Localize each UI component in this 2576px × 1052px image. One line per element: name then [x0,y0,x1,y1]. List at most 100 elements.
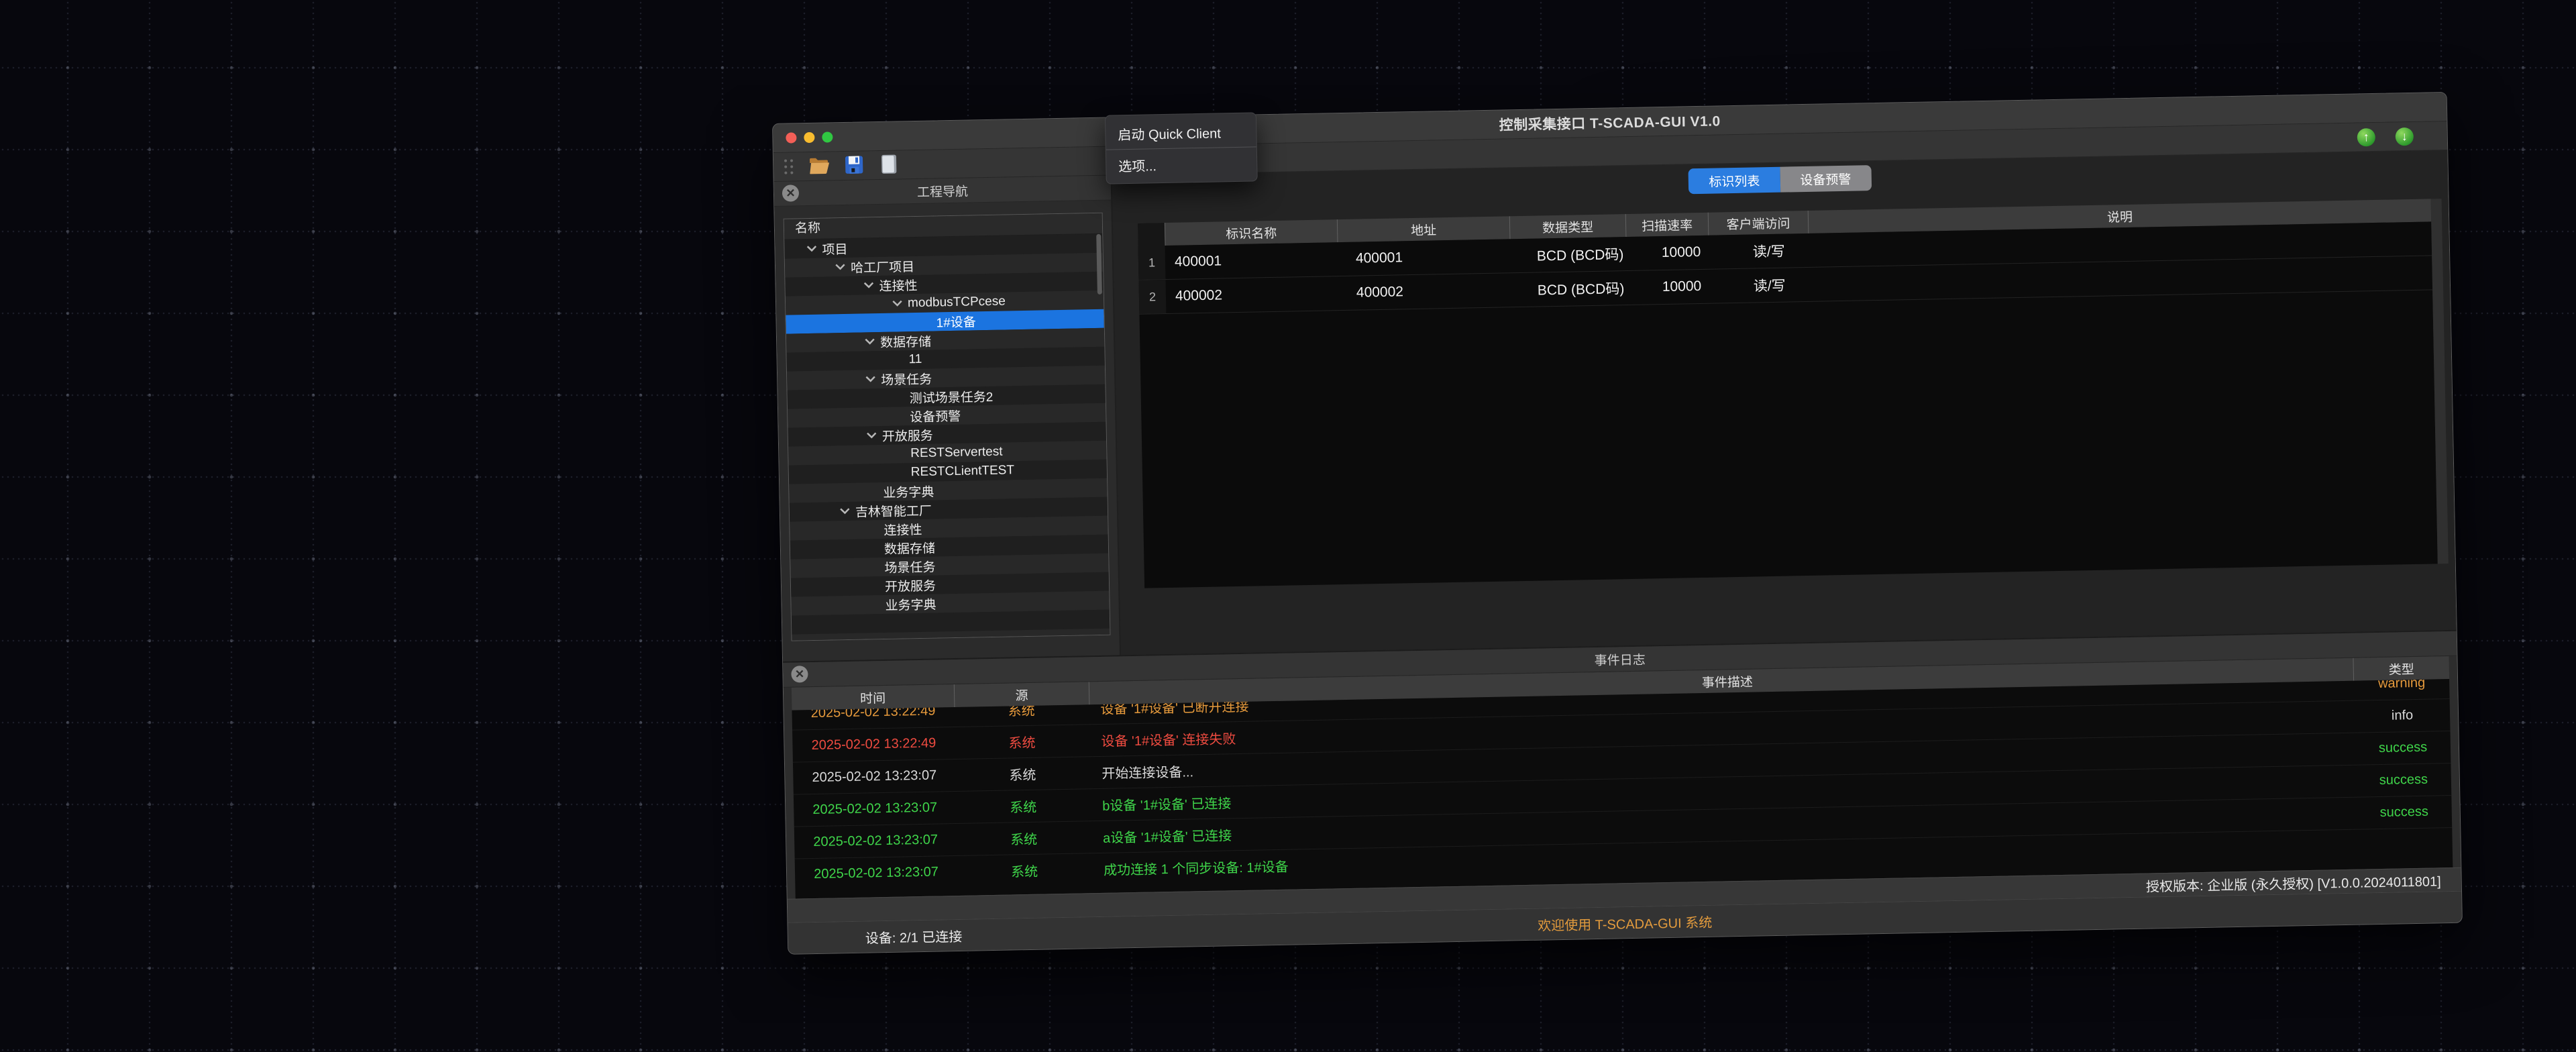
log-type [2357,828,2453,861]
tree-item-label: RESTCLientTEST [911,463,1015,480]
tree-item-label: 测试场景任务2 [909,386,993,406]
cell-name: 400002 [1165,276,1347,313]
device-icon [881,154,898,176]
tree-item-label: 项目 [822,239,848,258]
zoom-window-button[interactable] [822,132,833,142]
arrow-up-icon: ↑ [2363,130,2369,144]
log-type: success [2355,731,2451,765]
col-header-scanrate[interactable]: 扫描速率 [1625,213,1709,237]
cell-access: 读/写 [1743,267,1853,303]
cell-address: 400001 [1346,239,1527,276]
save-icon [845,155,864,176]
project-nav-title: 工程导航 [917,181,969,200]
chevron-down-icon[interactable] [886,300,908,307]
cell-scanrate: 10000 [1652,235,1743,270]
log-type: warning [2354,679,2450,700]
device-tool-button[interactable] [877,153,901,176]
minimize-window-button[interactable] [804,132,814,143]
traffic-lights [786,132,833,143]
chevron-down-icon[interactable] [834,508,855,515]
event-log-table: 时间 源 事件描述 类型 2025-02-02 13:22:49 系统 设备 '… [792,656,2453,899]
tree-item-label: 连接性 [879,275,918,294]
license-text: 授权版本: 企业版 (永久授权) [V1.0.0.2024011801] [2146,870,2441,895]
toolbar-drag-handle[interactable] [784,159,793,174]
arrow-down-icon: ↓ [2402,129,2408,144]
project-nav-panel: ✕ 工程导航 名称 项目 哈工厂项目 连接性 modbusTCPcese 1#设… [774,175,1121,661]
chevron-down-icon[interactable] [857,282,879,289]
cell-scanrate: 10000 [1652,269,1744,305]
main-area: ✕ 工程导航 名称 项目 哈工厂项目 连接性 modbusTCPcese 1#设… [774,150,2457,662]
project-tree: 名称 项目 哈工厂项目 连接性 modbusTCPcese 1#设备 数据存储 … [784,213,1111,641]
log-source: 系统 [955,757,1090,791]
menu-item-start-quick-client[interactable]: 启动 Quick Client [1106,117,1256,148]
open-folder-icon [809,156,830,176]
event-log-title: 事件日志 [1595,649,1646,668]
col-header-type[interactable]: 类型 [2353,656,2449,681]
chevron-down-icon[interactable] [861,432,882,439]
close-panel-icon[interactable]: ✕ [782,185,799,201]
tree-item-label: 1#设备 [936,312,976,331]
col-header-time[interactable]: 时间 [792,684,955,711]
cell-access: 读/写 [1743,233,1852,268]
log-type: success [2355,764,2451,797]
chevron-down-icon[interactable] [800,246,822,253]
tree-item-label: 数据存储 [880,331,932,350]
row-number: 1 [1138,246,1166,280]
close-panel-icon[interactable]: ✕ [791,666,808,682]
log-time: 2025-02-02 13:23:07 [794,792,957,827]
tree-item-label: 业务字典 [885,594,936,613]
log-type: success [2356,796,2452,829]
menu-item-options[interactable]: 选项... [1106,148,1257,179]
dropdown-menu: 启动 Quick Client 选项... [1105,112,1258,184]
tab-tag-list[interactable]: 标识列表 [1688,167,1780,195]
open-project-button[interactable] [808,154,831,178]
log-type: info [2355,699,2451,733]
log-source: 系统 [957,853,1092,888]
tree-item-label: 11 [908,352,922,367]
col-header-datatype[interactable]: 数据类型 [1509,214,1626,239]
event-log-rows: 2025-02-02 13:22:49 系统 设备 '1#设备' 已断开连接 w… [792,679,2453,899]
tag-table: 标识名称 地址 数据类型 扫描速率 客户端访问 说明 1 400001 4000… [1138,199,2449,588]
tree-item-label: 场景任务 [881,369,932,388]
tree-item-label: RESTServertest [910,445,1003,462]
import-button[interactable]: ↑ [2357,127,2376,146]
chevron-down-icon[interactable] [859,338,880,346]
log-source: 系统 [955,725,1089,759]
cell-name: 400001 [1165,242,1347,279]
tree-item-label: 吉林智能工厂 [855,501,932,520]
col-header-access[interactable]: 客户端访问 [1708,211,1809,235]
event-log-panel: ✕ 事件日志 时间 源 事件描述 类型 2025-02-02 13:22:49 … [783,630,2461,899]
tag-panel: 标识列表 设备预警 标识名称 地址 数据类型 扫描速率 客户端访问 说明 [1112,150,2457,655]
col-header-name[interactable]: 标识名称 [1165,219,1338,246]
tag-panel-tabs: 标识列表 设备预警 [1688,165,1872,194]
chevron-down-icon[interactable] [829,264,851,271]
save-project-button[interactable] [843,154,866,177]
tab-device-alarm[interactable]: 设备预警 [1780,165,1872,193]
tree-item-label: 数据存储 [884,538,936,557]
log-source: 系统 [956,789,1091,823]
log-source: 系统 [957,821,1091,855]
log-time: 2025-02-02 13:23:07 [795,856,958,891]
tree-item-label: 场景任务 [884,557,936,576]
row-number: 2 [1139,280,1167,314]
tree-item-label: 哈工厂项目 [851,257,915,276]
window-title: 控制采集接口 T-SCADA-GUI V1.0 [1499,110,1721,134]
cell-datatype: BCD (BCD码) [1527,270,1653,306]
tree-item-label: 开放服务 [885,576,936,594]
col-header-address[interactable]: 地址 [1337,216,1510,242]
col-header-source[interactable]: 源 [954,682,1089,707]
cell-address: 400002 [1346,273,1528,310]
chevron-down-icon[interactable] [859,376,881,383]
close-window-button[interactable] [786,132,796,143]
log-time: 2025-02-02 13:23:07 [793,759,956,794]
tree-item-label: 业务字典 [883,482,934,501]
tree-item-label: 设备预警 [910,406,961,425]
tree-item-label: 连接性 [883,519,922,538]
tag-table-body: 1 400001 400001 BCD (BCD码) 10000 读/写 2 4… [1138,221,2438,588]
tree-item-label: 开放服务 [882,425,934,444]
app-window: 控制采集接口 T-SCADA-GUI V1.0 [772,92,2463,955]
tree-item-label: modbusTCPcese [908,294,1006,311]
log-time: 2025-02-02 13:23:07 [794,824,957,859]
log-time: 2025-02-02 13:22:49 [792,727,955,762]
export-button[interactable]: ↓ [2396,127,2414,146]
